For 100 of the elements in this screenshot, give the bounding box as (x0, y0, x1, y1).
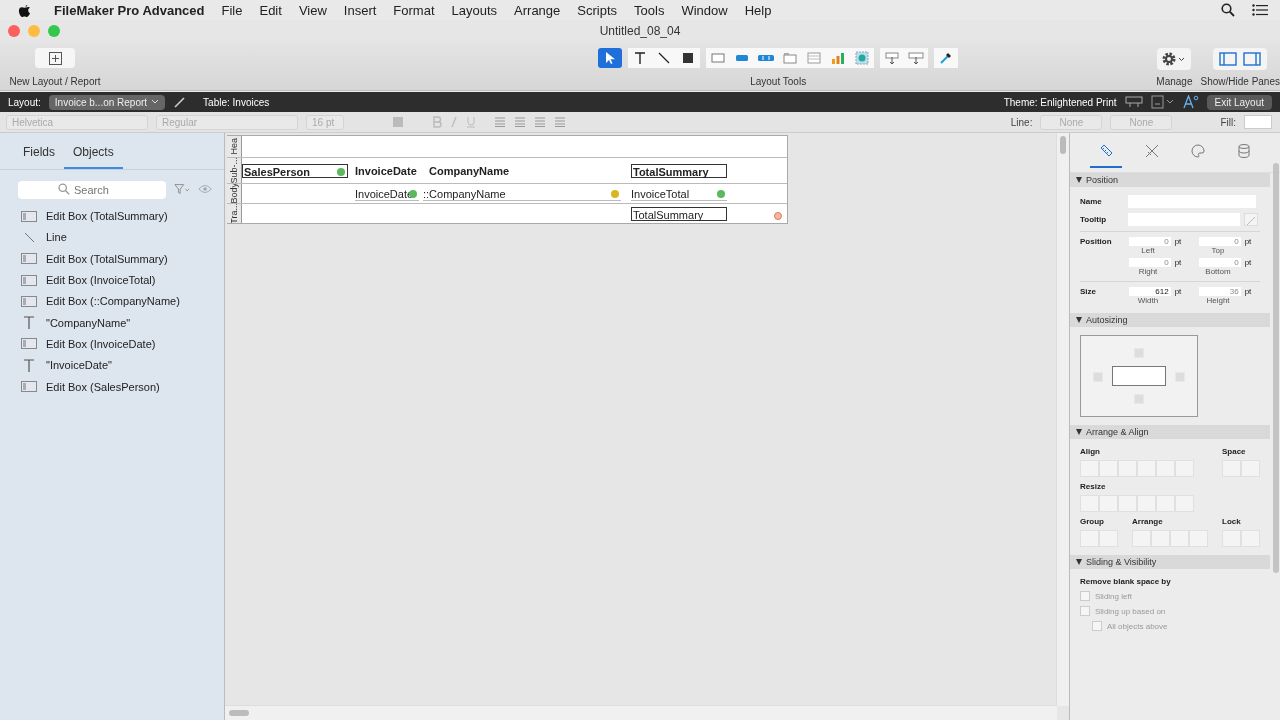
menu-item[interactable]: View (298, 2, 327, 18)
bold-icon[interactable] (432, 116, 442, 128)
text-icon (21, 316, 37, 330)
exit-layout-button[interactable]: Exit Layout (1206, 94, 1272, 110)
filter-icon[interactable] (174, 183, 190, 195)
menu-item[interactable]: Format (393, 2, 435, 18)
layout-text-label[interactable]: InvoiceDate (355, 163, 425, 178)
autosizing-control[interactable] (1080, 335, 1198, 417)
menu-item[interactable]: Arrange (514, 2, 561, 18)
field-icon (710, 50, 727, 66)
layout-size-icon[interactable] (1150, 95, 1175, 109)
menu-item[interactable]: Window (681, 2, 728, 18)
apple-logo-icon[interactable] (18, 2, 31, 18)
menu-item[interactable]: Edit (259, 2, 282, 18)
text-color-icon[interactable] (392, 116, 404, 128)
menu-item[interactable]: Help (744, 2, 772, 18)
search-icon[interactable] (1221, 3, 1235, 17)
part-label[interactable]: Hea (227, 136, 242, 157)
portal-icon (806, 50, 823, 66)
scrollbar-thumb[interactable] (1273, 163, 1279, 573)
unit-label: pt (1244, 258, 1252, 267)
disclosure-triangle-icon[interactable] (1076, 317, 1082, 323)
tab-icon (782, 50, 799, 66)
object-list-item[interactable]: "InvoiceDate" (46, 359, 112, 372)
minimize-button[interactable] (28, 25, 40, 37)
menu-item[interactable]: Scripts (577, 2, 618, 18)
unit-label: pt (1174, 237, 1182, 246)
checkbox-label: Sliding up based on (1095, 606, 1166, 616)
insertpart-tool-button[interactable] (904, 48, 929, 68)
part-label[interactable]: Tra... (227, 204, 242, 223)
edit-box-icon (21, 338, 37, 350)
object-list-item[interactable]: Edit Box (InvoiceTotal) (46, 274, 156, 287)
tooltip-edit-button[interactable] (1244, 213, 1258, 226)
disclosure-triangle-icon[interactable] (1076, 177, 1082, 183)
show-hide-panes-button[interactable] (1213, 48, 1268, 70)
pencil-icon[interactable] (173, 95, 188, 109)
layout-field[interactable]: TotalSummary (631, 206, 727, 221)
eye-icon[interactable] (197, 184, 212, 194)
object-list-item[interactable]: Edit Box (InvoiceDate) (46, 337, 156, 350)
position-icon (1098, 143, 1114, 159)
menu-item[interactable]: Insert (343, 2, 377, 18)
object-list-item[interactable]: Line (46, 231, 67, 244)
disclosure-triangle-icon[interactable] (1076, 429, 1082, 435)
painter-tool-button[interactable] (934, 48, 959, 68)
checkbox-label: Sliding left (1095, 591, 1132, 601)
layout-text-label[interactable]: CompanyName (429, 163, 549, 178)
unit-label: pt (1244, 237, 1252, 246)
menu-item[interactable]: File (221, 2, 243, 18)
text-align-icon[interactable] (554, 117, 566, 127)
remove-blank-space-label: Remove blank space by (1080, 577, 1172, 586)
part-label[interactable]: Sub-... (227, 158, 242, 183)
pane-tab[interactable]: Fields (14, 143, 64, 169)
layout-field[interactable]: ::CompanyName (423, 186, 621, 201)
field-tool-button[interactable] (706, 48, 731, 68)
insertfield-tool-button[interactable] (880, 48, 905, 68)
italic-icon[interactable] (450, 116, 458, 128)
scrollbar-thumb[interactable] (1060, 136, 1066, 154)
pane-tab[interactable]: Objects (64, 143, 123, 169)
layout-field[interactable]: InvoiceTotal (631, 186, 727, 201)
zoom-button[interactable] (48, 25, 60, 37)
layout-dropdown[interactable]: Invoice b...on Report (48, 94, 166, 110)
table-label: Table: Invoices (203, 96, 270, 108)
scrollbar-thumb[interactable] (229, 710, 249, 716)
part-label[interactable]: Body (227, 184, 242, 203)
shape-tool-button[interactable] (676, 48, 701, 68)
underline-icon[interactable] (466, 116, 476, 128)
app-name-menu[interactable]: FileMaker Pro Advanced (54, 2, 205, 18)
fill-color-swatch[interactable] (1244, 115, 1272, 129)
list-icon[interactable] (1252, 4, 1268, 16)
unit-label: pt (1244, 287, 1252, 296)
menu-item[interactable]: Layouts (451, 2, 498, 18)
close-button[interactable] (8, 25, 20, 37)
theme-label: Theme: Enlightened Print (1003, 96, 1117, 108)
text-align-icon[interactable] (514, 117, 526, 127)
disclosure-triangle-icon[interactable] (1076, 559, 1082, 565)
object-list-item[interactable]: Edit Box (::CompanyName) (46, 295, 180, 308)
layout-field[interactable]: TotalSummary (631, 163, 727, 178)
layout-field[interactable]: SalesPerson (242, 163, 348, 178)
theme-icon[interactable] (1124, 96, 1143, 108)
new-layout-button[interactable] (35, 48, 75, 68)
object-list-item[interactable]: Edit Box (SalesPerson) (46, 380, 160, 393)
text-tool-button[interactable] (628, 48, 653, 68)
size-field[interactable]: 612 (1128, 287, 1171, 296)
text-icon (21, 358, 37, 372)
fill-label: Fill: (1220, 116, 1236, 128)
object-list-item[interactable]: Edit Box (TotalSummary) (46, 252, 168, 265)
text-align-icon[interactable] (534, 117, 546, 127)
object-list-item[interactable]: Edit Box (TotalSummary) (46, 210, 168, 223)
webviewer-tool-button[interactable] (850, 48, 875, 68)
group-label: Lock (1222, 517, 1242, 526)
menu-item[interactable]: Tools (634, 2, 665, 18)
font-style-icon[interactable] (1182, 95, 1199, 109)
layout-label: Layout: (8, 96, 41, 108)
manage-button[interactable] (1157, 48, 1192, 70)
pointer-tool-button[interactable] (598, 48, 623, 68)
styles-icon (1144, 143, 1160, 159)
object-list-item[interactable]: "CompanyName" (46, 316, 131, 329)
search-field[interactable]: Search (18, 181, 166, 199)
text-align-icon[interactable] (494, 117, 506, 127)
section-title: Position (1086, 175, 1119, 185)
